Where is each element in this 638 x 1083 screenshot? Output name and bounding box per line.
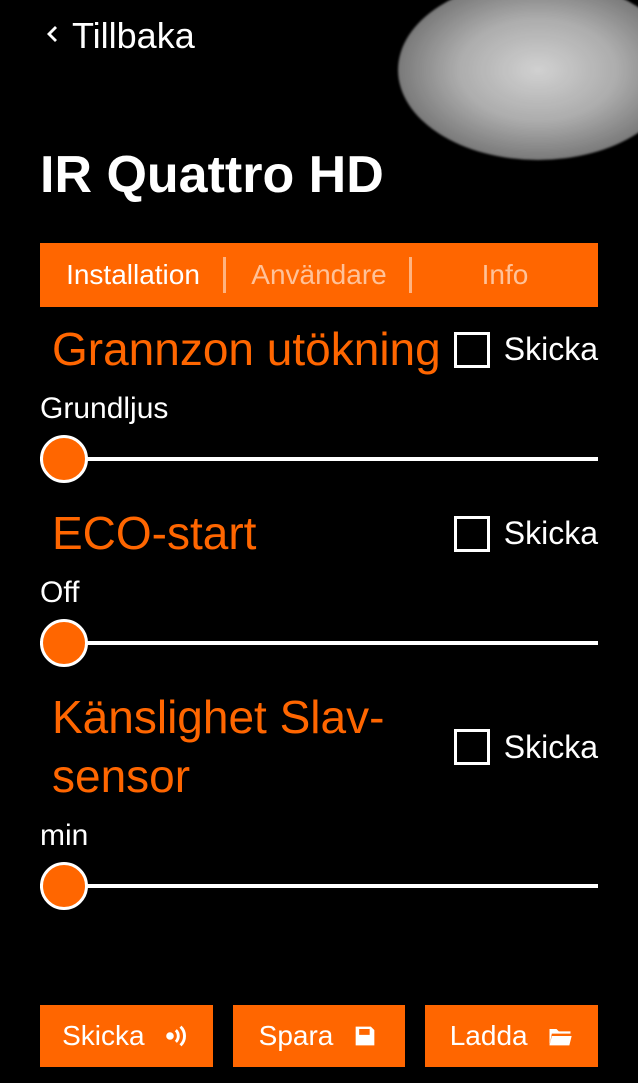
setting-kanslighet: Känslighet Slav-sensor Skicka min xyxy=(40,688,598,912)
button-label: Spara xyxy=(259,1020,334,1052)
product-image xyxy=(398,0,638,160)
broadcast-icon xyxy=(163,1022,191,1050)
setting-title: ECO-start xyxy=(40,504,256,564)
setting-grannzon: Grannzon utökning Skicka Grundljus xyxy=(40,320,598,484)
checkbox-group: Skicka xyxy=(454,729,598,766)
send-checkbox[interactable] xyxy=(454,332,490,368)
load-button[interactable]: Ladda xyxy=(425,1005,598,1067)
settings-container: Grannzon utökning Skicka Grundljus ECO-s… xyxy=(40,320,598,931)
checkbox-label: Skicka xyxy=(504,729,598,766)
slider-track xyxy=(40,884,598,888)
save-button[interactable]: Spara xyxy=(233,1005,406,1067)
checkbox-group: Skicka xyxy=(454,331,598,368)
back-button[interactable]: Tillbaka xyxy=(40,15,195,57)
send-checkbox[interactable] xyxy=(454,516,490,552)
slider[interactable] xyxy=(40,861,598,911)
button-label: Skicka xyxy=(62,1020,144,1052)
setting-header: ECO-start Skicka xyxy=(40,504,598,564)
action-buttons: Skicka Spara Ladda xyxy=(40,1005,598,1067)
send-button[interactable]: Skicka xyxy=(40,1005,213,1067)
setting-header: Känslighet Slav-sensor Skicka xyxy=(40,688,598,808)
tab-info[interactable]: Info xyxy=(412,243,598,307)
slider-label: Off xyxy=(40,576,598,610)
chevron-left-icon xyxy=(40,18,64,55)
setting-title: Känslighet Slav-sensor xyxy=(40,688,454,808)
tab-installation[interactable]: Installation xyxy=(40,243,226,307)
slider-label: min xyxy=(40,819,598,853)
tabs: Installation Användare Info xyxy=(40,243,598,307)
slider-track xyxy=(40,641,598,645)
setting-header: Grannzon utökning Skicka xyxy=(40,320,598,380)
send-checkbox[interactable] xyxy=(454,729,490,765)
setting-title: Grannzon utökning xyxy=(40,320,441,380)
slider-track xyxy=(40,457,598,461)
tab-anvandare[interactable]: Användare xyxy=(226,243,412,307)
slider[interactable] xyxy=(40,434,598,484)
setting-eco-start: ECO-start Skicka Off xyxy=(40,504,598,668)
slider-thumb[interactable] xyxy=(40,862,88,910)
page-title: IR Quattro HD xyxy=(40,145,384,205)
folder-open-icon xyxy=(546,1022,574,1050)
tab-label: Info xyxy=(482,259,529,291)
save-icon xyxy=(351,1022,379,1050)
slider-thumb[interactable] xyxy=(40,435,88,483)
tab-label: Installation xyxy=(66,259,200,291)
checkbox-group: Skicka xyxy=(454,515,598,552)
slider-label: Grundljus xyxy=(40,392,598,426)
tab-label: Användare xyxy=(251,259,386,291)
slider[interactable] xyxy=(40,618,598,668)
button-label: Ladda xyxy=(450,1020,528,1052)
checkbox-label: Skicka xyxy=(504,515,598,552)
slider-thumb[interactable] xyxy=(40,619,88,667)
checkbox-label: Skicka xyxy=(504,331,598,368)
back-label: Tillbaka xyxy=(72,15,195,57)
